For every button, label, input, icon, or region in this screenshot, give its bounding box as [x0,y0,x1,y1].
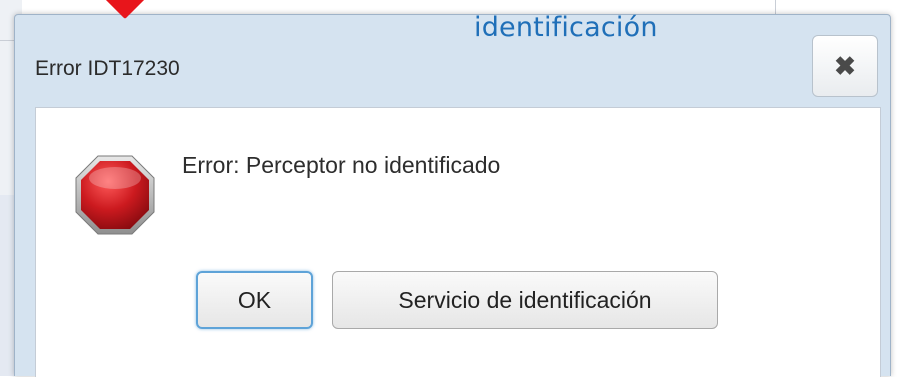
ok-button[interactable]: OK [196,271,313,329]
identification-service-button[interactable]: Servicio de identificación [332,271,718,329]
background-divider [0,40,14,41]
close-button[interactable]: ✖ [812,35,878,97]
close-icon: ✖ [834,51,856,81]
dialog-title: Error IDT17230 [35,57,180,80]
stop-icon [75,155,155,235]
annotation-label: identificación [474,12,658,43]
error-message: Error: Perceptor no identificado [182,152,501,178]
dialog-content: Error: Perceptor no identificado OK Serv… [35,107,881,377]
error-dialog: Error IDT17230 ✖ Error: Perceptor no ide… [14,14,891,377]
dialog-titlebar[interactable]: Error IDT17230 ✖ [15,15,890,105]
